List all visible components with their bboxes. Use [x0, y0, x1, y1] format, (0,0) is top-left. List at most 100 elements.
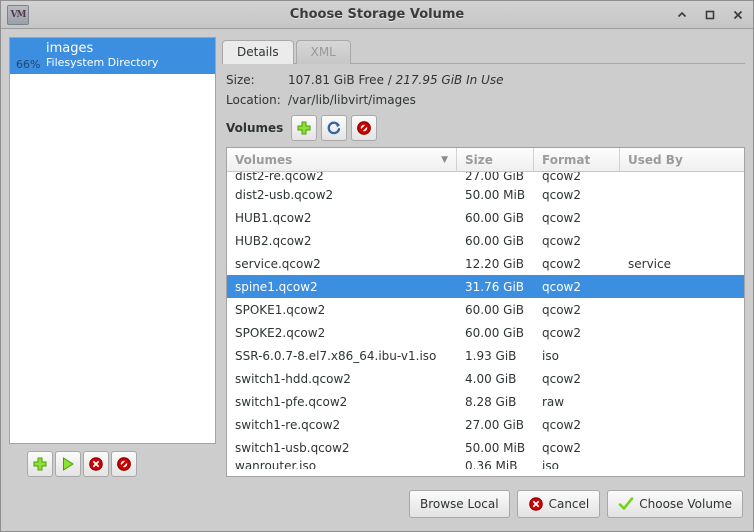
- table-row[interactable]: SSR-6.0.7-8.el7.x86_64.ibu-v1.iso 1.93 Gi…: [227, 344, 744, 367]
- choose-volume-button[interactable]: Choose Volume: [607, 490, 743, 518]
- table-row[interactable]: SPOKE2.qcow2 60.00 GiB qcow2: [227, 321, 744, 344]
- cell-size: 60.00 GiB: [465, 302, 525, 317]
- table-row[interactable]: switch1-usb.qcow2 50.00 MiB qcow2: [227, 436, 744, 459]
- cell-name: dist2-re.qcow2: [235, 172, 324, 183]
- dialog-body: 66% images Filesystem Directory Details …: [1, 29, 753, 485]
- volumes-toolbar: Volumes: [226, 115, 745, 141]
- table-row[interactable]: switch1-re.qcow2 27.00 GiB qcow2: [227, 413, 744, 436]
- pool-item-labels: images Filesystem Directory: [46, 41, 159, 70]
- details-content: Size: 107.81 GiB Free / 217.95 GiB In Us…: [222, 63, 745, 477]
- cell-size: 60.00 GiB: [465, 233, 525, 248]
- table-row[interactable]: dist2-usb.qcow2 50.00 MiB qcow2: [227, 183, 744, 206]
- details-panel: Details XML Size: 107.81 GiB Free / 217.…: [222, 37, 745, 477]
- table-body[interactable]: dist2-re.qcow2 27.00 GiB qcow2 dist2-usb.qc…: [227, 172, 744, 476]
- cell-size: 27.00 GiB: [465, 172, 525, 183]
- new-volume-button[interactable]: [291, 115, 318, 141]
- column-header-used-by[interactable]: Used By: [620, 148, 744, 172]
- cell-format: qcow2: [542, 371, 582, 386]
- close-button[interactable]: [731, 8, 745, 22]
- table-row[interactable]: HUB1.qcow2 60.00 GiB qcow2: [227, 206, 744, 229]
- delete-pool-button[interactable]: [111, 451, 137, 477]
- cell-name: HUB2.qcow2: [235, 233, 312, 248]
- cell-format: qcow2: [542, 256, 582, 271]
- table-row[interactable]: service.qcow2 12.20 GiB qcow2 service: [227, 252, 744, 275]
- cell-size: 4.00 GiB: [465, 371, 517, 386]
- tab-bar: Details XML: [222, 37, 745, 64]
- cell-size: 0.36 MiB: [465, 459, 518, 469]
- size-value: 107.81 GiB Free / 217.95 GiB In Use: [288, 73, 503, 87]
- cell-format: qcow2: [542, 325, 582, 340]
- table-row[interactable]: HUB2.qcow2 60.00 GiB qcow2: [227, 229, 744, 252]
- cell-name: spine1.qcow2: [235, 279, 318, 294]
- stop-pool-button[interactable]: [83, 451, 109, 477]
- browse-local-button[interactable]: Browse Local: [408, 490, 510, 518]
- pool-list[interactable]: 66% images Filesystem Directory: [9, 37, 216, 444]
- cell-name: switch1-re.qcow2: [235, 417, 341, 432]
- location-label: Location:: [226, 93, 281, 107]
- location-row: Location: /var/lib/libvirt/images: [226, 93, 745, 107]
- minimize-button[interactable]: [675, 8, 689, 22]
- cell-size: 12.20 GiB: [465, 256, 525, 271]
- pool-type: Filesystem Directory: [46, 56, 159, 70]
- table-header: Volumes ▼ Size Format Used By: [227, 148, 744, 172]
- cell-size: 50.00 MiB: [465, 187, 526, 202]
- cell-name: SPOKE2.qcow2: [235, 325, 326, 340]
- title-bar: VM Choose Storage Volume: [1, 1, 753, 29]
- column-header-volumes-label: Volumes: [235, 152, 293, 167]
- location-value: /var/lib/libvirt/images: [288, 93, 416, 107]
- add-pool-button[interactable]: [27, 451, 53, 477]
- delete-volume-button[interactable]: [351, 115, 378, 141]
- cell-size: 50.00 MiB: [465, 440, 526, 455]
- cell-name: switch1-hdd.qcow2: [235, 371, 351, 386]
- virt-manager-icon: VM: [7, 4, 29, 25]
- pool-toolbar: [9, 444, 216, 477]
- cell-name: dist2-usb.qcow2: [235, 187, 334, 202]
- cell-format: qcow2: [542, 172, 582, 183]
- cell-format: qcow2: [542, 210, 582, 225]
- size-row: Size: 107.81 GiB Free / 217.95 GiB In Us…: [226, 73, 745, 87]
- tab-xml[interactable]: XML: [295, 40, 351, 64]
- cancel-label: Cancel: [548, 497, 590, 511]
- table-row[interactable]: spine1.qcow2 31.76 GiB qcow2: [227, 275, 744, 298]
- table-row[interactable]: wanrouter.iso 0.36 MiB iso: [227, 459, 744, 469]
- cell-format: qcow2: [542, 302, 582, 317]
- cell-format: qcow2: [542, 417, 582, 432]
- column-header-format-label: Format: [542, 152, 591, 167]
- cell-format: qcow2: [542, 187, 582, 202]
- cell-name: wanrouter.iso: [235, 459, 317, 469]
- cell-format: iso: [542, 459, 559, 469]
- cell-size: 31.76 GiB: [465, 279, 525, 294]
- column-header-size[interactable]: Size: [457, 148, 534, 172]
- maximize-button[interactable]: [703, 8, 717, 22]
- size-free-value: 107.81 GiB Free /: [288, 73, 396, 87]
- cell-used-by: service: [628, 256, 671, 271]
- table-row[interactable]: dist2-re.qcow2 27.00 GiB qcow2: [227, 172, 744, 183]
- choose-volume-label: Choose Volume: [639, 497, 732, 511]
- cancel-button[interactable]: Cancel: [516, 490, 601, 518]
- cell-name: switch1-pfe.qcow2: [235, 394, 348, 409]
- cell-size: 8.28 GiB: [465, 394, 517, 409]
- choose-storage-volume-dialog: VM Choose Storage Volume 66% images File…: [0, 0, 754, 532]
- table-row[interactable]: switch1-hdd.qcow2 4.00 GiB qcow2: [227, 367, 744, 390]
- tab-details[interactable]: Details: [222, 40, 294, 64]
- cell-name: SPOKE1.qcow2: [235, 302, 326, 317]
- window-title: Choose Storage Volume: [289, 7, 465, 22]
- cell-format: raw: [542, 394, 565, 409]
- start-pool-button[interactable]: [55, 451, 81, 477]
- volumes-table: Volumes ▼ Size Format Used By dist2-re.q…: [226, 147, 745, 477]
- table-row[interactable]: switch1-pfe.qcow2 8.28 GiB raw: [227, 390, 744, 413]
- cell-size: 60.00 GiB: [465, 210, 525, 225]
- cell-name: SSR-6.0.7-8.el7.x86_64.ibu-v1.iso: [235, 348, 437, 363]
- column-header-size-label: Size: [465, 152, 493, 167]
- pool-list-item-images[interactable]: 66% images Filesystem Directory: [10, 38, 215, 74]
- cell-size: 1.93 GiB: [465, 348, 517, 363]
- pool-name: images: [46, 41, 94, 57]
- column-header-volumes[interactable]: Volumes ▼: [227, 148, 457, 172]
- table-row[interactable]: SPOKE1.qcow2 60.00 GiB qcow2: [227, 298, 744, 321]
- refresh-volumes-button[interactable]: [321, 115, 348, 141]
- cell-format: qcow2: [542, 440, 582, 455]
- cell-name: switch1-usb.qcow2: [235, 440, 350, 455]
- column-header-format[interactable]: Format: [534, 148, 620, 172]
- volumes-label: Volumes: [226, 121, 284, 135]
- pool-usage-percent: 66%: [16, 58, 41, 71]
